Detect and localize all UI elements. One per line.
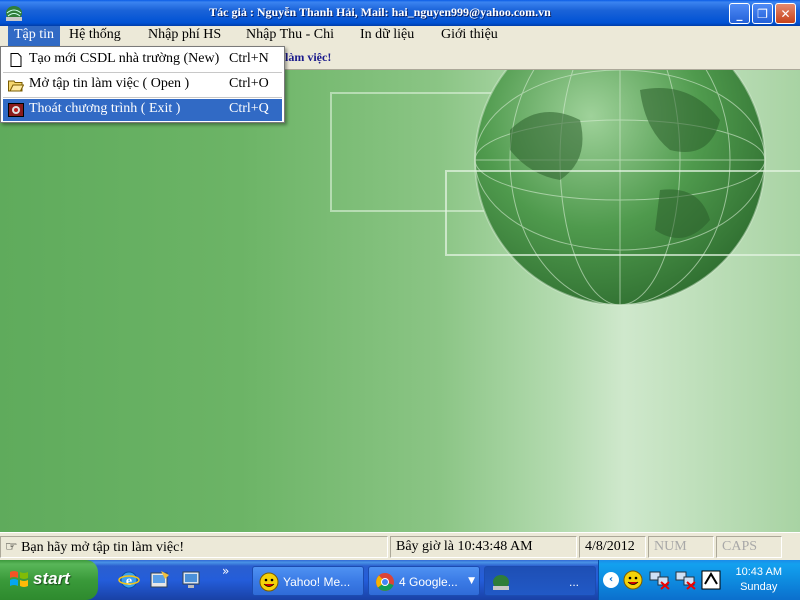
task-yahoo-messenger[interactable]: Yahoo! Me...: [252, 566, 364, 596]
exit-icon: [8, 103, 24, 117]
quick-launch-chevron[interactable]: »: [222, 564, 229, 578]
taskbar: start e » Yahoo! Me... 4 Google... ▼ ...…: [0, 560, 800, 600]
menu-separator: [3, 97, 282, 98]
task-label: Yahoo! Me...: [283, 575, 351, 589]
status-message: Bạn hãy mở tập tin làm việc!: [21, 540, 184, 555]
system-tray: ‹ 10:43 AM Sunday: [598, 560, 800, 600]
chrome-icon: [376, 573, 394, 591]
tray-clock[interactable]: 10:43 AM Sunday: [736, 565, 782, 595]
menu-item-exit[interactable]: Thoát chương trình ( Exit ) Ctrl+Q: [3, 99, 282, 121]
task-google-chrome[interactable]: 4 Google... ▼: [368, 566, 480, 596]
file-menu-dropdown: Tạo mới CSDL nhà trường (New) Ctrl+N Mở …: [0, 46, 285, 123]
menu-item-open[interactable]: Mở tập tin làm việc ( Open ) Ctrl+O: [3, 74, 282, 96]
menu-item-shortcut: Ctrl+Q: [229, 101, 269, 116]
toolbar-message: làm việc!: [285, 50, 332, 64]
menu-about[interactable]: Giới thiệu: [435, 26, 504, 46]
status-clock: Bây giờ là 10:43:48 AM: [390, 536, 577, 558]
show-desktop-icon[interactable]: [149, 569, 171, 591]
start-button[interactable]: start: [0, 560, 98, 600]
tray-expand-icon[interactable]: ‹: [603, 572, 619, 588]
status-caps: CAPS: [716, 536, 782, 558]
start-label: start: [33, 569, 70, 588]
unikey-tray-icon[interactable]: [701, 570, 721, 590]
menu-item-shortcut: Ctrl+O: [229, 76, 269, 91]
minimize-icon: _: [736, 6, 743, 21]
menu-fee-input[interactable]: Nhập phí HS: [142, 26, 227, 46]
maximize-button[interactable]: ❐: [752, 3, 773, 24]
computer-icon[interactable]: [180, 569, 202, 591]
menu-print[interactable]: In dữ liệu: [354, 26, 420, 46]
menu-income-expense[interactable]: Nhập Thu - Chi: [240, 26, 340, 46]
chevron-down-icon[interactable]: ▼: [468, 576, 475, 586]
menu-item-new[interactable]: Tạo mới CSDL nhà trường (New) Ctrl+N: [3, 49, 282, 71]
new-document-icon: [10, 53, 22, 67]
app-icon: [493, 575, 509, 590]
yahoo-messenger-tray-icon[interactable]: [623, 570, 643, 590]
pointing-hand-icon: ☞: [5, 539, 18, 555]
menu-item-label: Tạo mới CSDL nhà trường (New): [29, 51, 220, 66]
open-folder-icon: [8, 80, 24, 92]
network-disconnected-icon[interactable]: [649, 570, 671, 590]
menu-item-label: Thoát chương trình ( Exit ): [29, 101, 181, 116]
maximize-icon: ❐: [757, 6, 768, 21]
status-message-panel: ☞ Bạn hãy mở tập tin làm việc!: [0, 536, 388, 558]
task-label: 4 Google...: [399, 575, 458, 589]
minimize-button[interactable]: _: [729, 3, 750, 24]
status-bar: ☞ Bạn hãy mở tập tin làm việc! Bây giờ l…: [0, 532, 800, 560]
menu-separator: [3, 72, 282, 73]
decorative-frame: [445, 170, 800, 256]
network-disconnected-icon[interactable]: [675, 570, 697, 590]
internet-explorer-icon[interactable]: e: [118, 569, 140, 591]
main-background: [0, 70, 800, 532]
menu-item-shortcut: Ctrl+N: [229, 51, 269, 66]
window-title: Tác giả : Nguyễn Thanh Hải, Mail: hai_ng…: [209, 5, 551, 19]
task-label: ...: [569, 575, 580, 589]
yahoo-messenger-icon: [259, 572, 279, 592]
menu-item-label: Mở tập tin làm việc ( Open ): [29, 76, 190, 91]
title-bar: Tác giả : Nguyễn Thanh Hải, Mail: hai_ng…: [0, 0, 800, 26]
task-current-app[interactable]: ...: [484, 566, 596, 596]
windows-logo-icon: [10, 571, 28, 587]
tray-time: 10:43 AM: [735, 566, 782, 578]
status-date: 4/8/2012: [579, 536, 646, 558]
menu-file[interactable]: Tập tin: [8, 26, 61, 46]
close-icon: ✕: [780, 6, 791, 21]
menu-system[interactable]: Hệ thống: [63, 26, 127, 46]
tray-day: Sunday: [740, 581, 778, 593]
close-button[interactable]: ✕: [775, 3, 796, 24]
status-num: NUM: [648, 536, 714, 558]
menu-bar: Tập tin Hệ thống Nhập phí HS Nhập Thu - …: [0, 26, 800, 46]
